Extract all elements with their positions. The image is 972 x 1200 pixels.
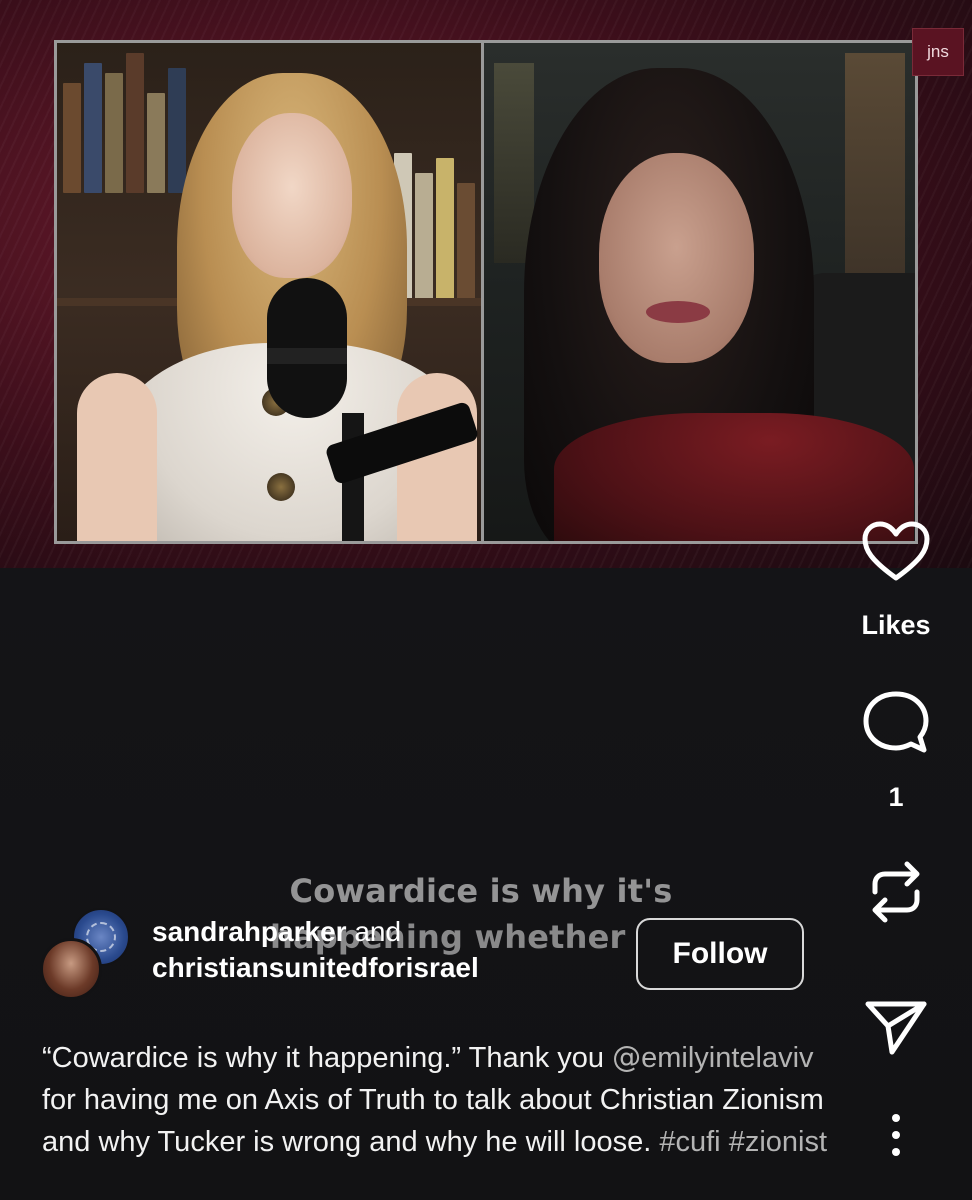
likes-label: Likes <box>861 610 931 640</box>
avatar-sandrahparker[interactable] <box>40 938 102 1000</box>
left-video-panel <box>57 43 484 541</box>
username-christiansunitedforisrael[interactable]: christiansunitedforisrael <box>152 950 632 986</box>
comment-bubble-icon <box>863 691 929 753</box>
comment-count: 1 <box>888 782 904 812</box>
username-joiner: and <box>346 916 402 947</box>
caption-mention[interactable]: @emilyintelaviv <box>612 1040 813 1074</box>
more-vertical-icon <box>892 1114 900 1156</box>
repost-icon <box>872 861 920 923</box>
collab-usernames: sandrahparker and christiansunitedforisr… <box>152 914 632 986</box>
share-button[interactable] <box>858 996 934 1058</box>
post-caption: “Cowardice is why it happening.” Thank y… <box>42 1036 842 1163</box>
hashtag-cufi[interactable]: #cufi <box>659 1126 720 1158</box>
watermark-text: jns <box>927 42 949 61</box>
host-face <box>232 113 352 278</box>
repost-button[interactable] <box>858 856 934 928</box>
heart-icon <box>862 521 930 581</box>
collab-avatars[interactable] <box>40 908 134 1000</box>
video-player[interactable]: jns <box>0 0 972 568</box>
split-screen-panels <box>54 40 918 544</box>
hashtag-zionist[interactable]: #zionist <box>729 1126 827 1158</box>
send-icon <box>865 1001 927 1055</box>
threads-mention-icon: @ <box>612 1040 642 1074</box>
video-subtitle-line-1: Cowardice is why it's <box>289 872 673 910</box>
right-video-panel <box>484 43 915 541</box>
like-button[interactable] <box>858 520 934 584</box>
caption-text-start: “Cowardice is why it happening.” Thank y… <box>42 1042 613 1074</box>
follow-button[interactable]: Follow <box>636 918 804 990</box>
guest-face <box>599 153 754 363</box>
comment-button[interactable] <box>858 688 934 758</box>
more-options-button[interactable] <box>858 1112 934 1158</box>
jns-watermark-logo: jns <box>912 28 964 76</box>
username-sandrahparker[interactable]: sandrahparker <box>152 916 347 947</box>
